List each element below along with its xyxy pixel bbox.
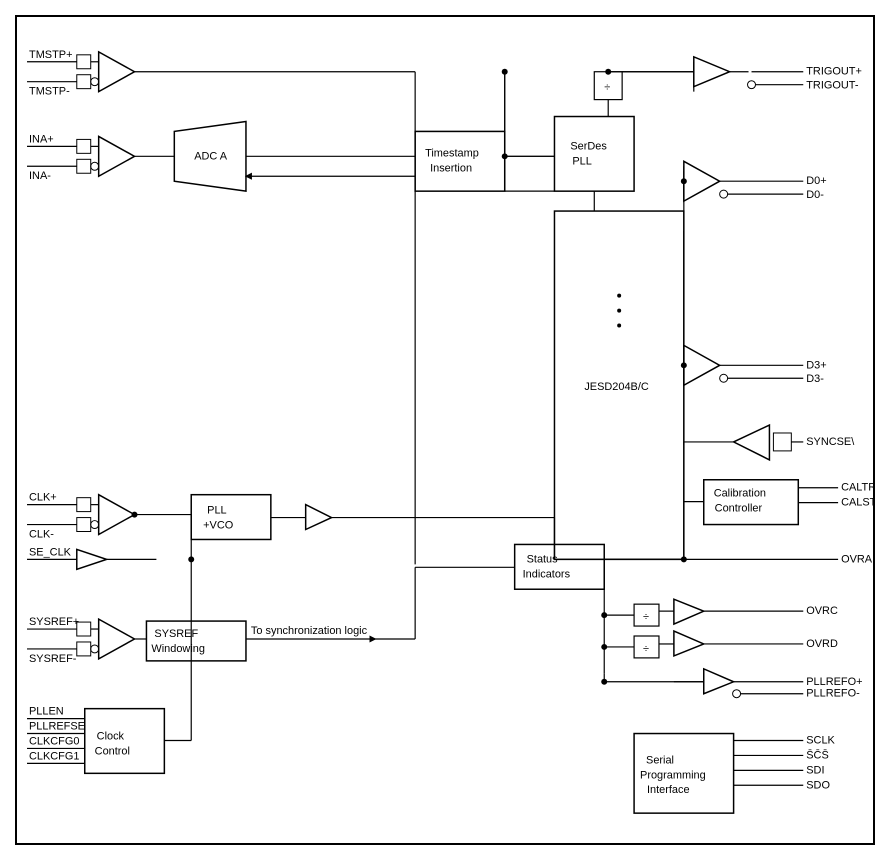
ovra-label: OVRA [841, 553, 873, 565]
d0-plus-label: D0+ [806, 175, 826, 187]
divider-top-label: ÷ [604, 82, 610, 94]
scs-label: S̄C̄S̄ [806, 749, 829, 762]
sdi-label: SDI [806, 764, 824, 776]
clk-plus-label: CLK+ [29, 492, 57, 504]
calstat-label: CALSTAT [841, 497, 873, 509]
tmstp-plus-label: TMSTP+ [29, 49, 72, 61]
trigout-minus-label: TRIGOUT- [806, 80, 859, 92]
ina-plus-label: INA+ [29, 133, 54, 145]
syncse-label: SYNCSE\ [806, 436, 855, 448]
pllrefse-label: PLLREFSE [29, 721, 85, 733]
spi-label2: Programming [640, 769, 706, 781]
clk-minus-label: CLK- [29, 528, 54, 540]
clock-control-label: Clock [97, 731, 125, 743]
pllen-label: PLLEN [29, 706, 64, 718]
pll-vco-label2: +VCO [203, 520, 233, 532]
se-clk-label: SE_CLK [29, 546, 72, 558]
timestamp-insertion-label: Insertion [430, 162, 472, 174]
sysref-wind-label: SYSREF [154, 628, 198, 640]
cal-controller-label: Calibration [714, 488, 766, 500]
d0-minus-label: D0- [806, 189, 824, 201]
clkcfg0-label: CLKCFG0 [29, 735, 79, 747]
trigout-plus-label: TRIGOUT+ [806, 66, 862, 78]
ovrc-label: OVRC [806, 605, 838, 617]
tmstp-minus-label: TMSTP- [29, 86, 70, 98]
sysref-wind-label2: Windowing [151, 643, 205, 655]
sclk-label: SCLK [806, 734, 835, 746]
ina-minus-label: INA- [29, 170, 51, 182]
adc-a-label: ADC A [194, 150, 228, 162]
ovrd-div-label: ÷ [643, 643, 649, 655]
pll-vco-label: PLL [207, 505, 226, 517]
sysref-minus-label: SYSREF- [29, 653, 77, 665]
status-ind-label: Status [527, 553, 559, 565]
sysref-plus-label: SYSREF+ [29, 616, 79, 628]
timestamp-label: Timestamp [425, 147, 479, 159]
status-ind-label2: Indicators [523, 568, 571, 580]
clkcfg1-label: CLKCFG1 [29, 750, 79, 762]
ovrd-label: OVRD [806, 638, 838, 650]
spi-label: Serial [646, 754, 674, 766]
caltrig-label: CALTRIG [841, 482, 873, 494]
serdes-label: SerDes [570, 140, 607, 152]
d3-plus-label: D3+ [806, 359, 826, 371]
d3-minus-label: D3- [806, 373, 824, 385]
pllrefo-plus-label: PLLREFO+ [806, 676, 862, 688]
to-sync-logic-label: To synchronization logic [251, 625, 368, 637]
diagram-container: TMSTP+ TMSTP- INA+ INA- ADC A Timestamp … [15, 15, 875, 845]
jesd204-label: JESD204B/C [584, 381, 649, 393]
serdes-pll-label: PLL [572, 155, 591, 167]
pllrefo-minus-label: PLLREFO- [806, 688, 860, 700]
spi-label3: Interface [647, 784, 690, 796]
sdo-label: SDO [806, 779, 830, 791]
clock-control-label2: Control [95, 745, 130, 757]
ovrc-div-label: ÷ [643, 611, 649, 623]
cal-controller-label2: Controller [715, 503, 763, 515]
